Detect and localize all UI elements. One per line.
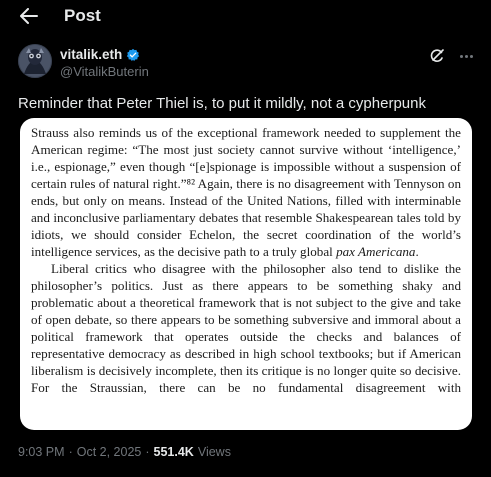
book-excerpt: Strauss also reminds us of the exception… [31, 124, 461, 396]
grok-button[interactable] [429, 48, 445, 64]
more-options-button[interactable] [457, 48, 475, 64]
back-button[interactable] [18, 6, 40, 26]
avatar[interactable] [18, 44, 52, 78]
tweet-date[interactable]: Oct 2, 2025 [77, 445, 142, 459]
tweet-meta: 9:03 PM · Oct 2, 2025 · 551.4K Views [18, 445, 231, 459]
display-name[interactable]: vitalik.eth [60, 47, 122, 62]
more-dots-icon [459, 54, 463, 58]
top-bar: Post [0, 0, 491, 32]
grok-icon [430, 49, 444, 62]
meta-separator: · [68, 445, 73, 459]
excerpt-paragraph-1: Strauss also reminds us of the exception… [31, 125, 461, 259]
views-count[interactable]: 551.4K [154, 445, 194, 459]
excerpt-paragraph-2: Liberal critics who disagree with the ph… [31, 261, 461, 395]
tweet-image[interactable]: Strauss also reminds us of the exception… [20, 118, 472, 430]
arrow-left-icon [20, 8, 38, 24]
meta-separator-2: · [145, 445, 150, 459]
views-label: Views [197, 445, 231, 459]
tweet-text: Reminder that Peter Thiel is, to put it … [18, 95, 426, 112]
tweet-time[interactable]: 9:03 PM [18, 445, 65, 459]
verified-badge-icon [127, 48, 140, 61]
page-title: Post [64, 6, 101, 25]
avatar-image [18, 44, 52, 78]
tweet-author: vitalik.eth @VitalikButerin [18, 44, 475, 84]
user-handle[interactable]: @VitalikButerin [60, 64, 149, 79]
name-row: vitalik.eth [60, 47, 140, 62]
